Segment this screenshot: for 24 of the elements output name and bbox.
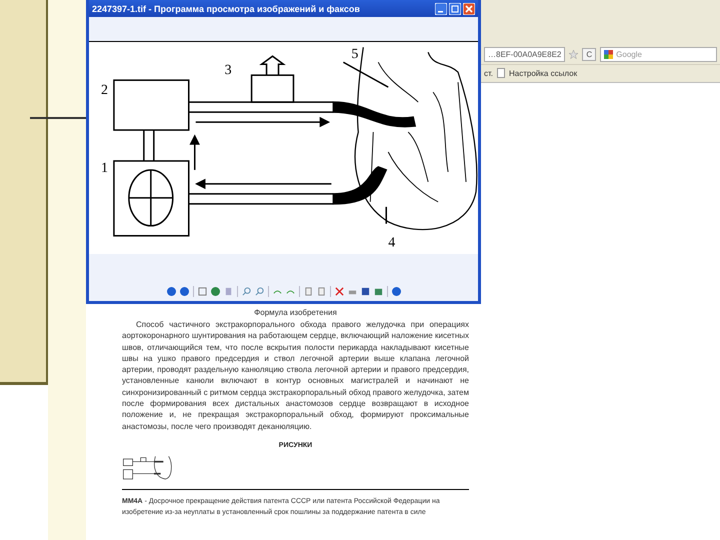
slide-rule: [30, 117, 86, 119]
figure-label: 4: [388, 236, 396, 251]
zoom-in-icon[interactable]: [242, 287, 250, 296]
close-icon[interactable]: [463, 3, 475, 15]
figure-label: 1: [100, 160, 108, 176]
section-heading: Формула изобретения: [253, 308, 338, 317]
figure-label: 5: [351, 47, 358, 62]
search-engine-icon: [604, 50, 614, 59]
figure-label: 3: [224, 63, 232, 78]
figure-label: 2: [100, 83, 108, 98]
fit-icon[interactable]: [198, 287, 206, 296]
claim-paragraph: Способ частичного экстракорпорального обхода правого желудочка при операциях аортокоронарного шунтирования на работающем сердце, включающий наложение кисетных швов, отличающийся тем, что после вскрытия полости перикарда накладывают кисетные швы на ушко правого предсердия и ствол легочной артерии выше клапана легочной артерии, проводят раздельную канюляцию ствола легочной артерии и правого предсердия, установленные канюли включают в контур основных магистралей и начинают не синхронизированный с ритмом сердца экстракорпоральный обход правого желудочка, затем после формирования всех дистальных анастомозов сердце возвращают в исходное положение и, не прекращая экстракорпоральный обход, формируют проксимальные анастомозы, после чего производят деканюляцию.: [122, 319, 469, 432]
zoom-out-icon[interactable]: [254, 287, 264, 296]
address-field[interactable]: …8EF-00A0A9E8E2: [484, 47, 566, 62]
maximize-icon[interactable]: [449, 3, 461, 15]
page-icon: [497, 68, 505, 78]
delete-icon[interactable]: [334, 287, 344, 296]
bookmark-link[interactable]: Настройка ссылок: [509, 68, 578, 78]
reload-button[interactable]: C: [582, 48, 596, 61]
window-title: 2247397-1.tif - Программа просмотра изображений и факсов: [92, 4, 360, 14]
slide-corner-line: [0, 382, 48, 385]
bookmark-link[interactable]: ст.: [484, 68, 493, 78]
minimize-icon[interactable]: [435, 3, 447, 15]
star-icon[interactable]: [569, 50, 578, 59]
